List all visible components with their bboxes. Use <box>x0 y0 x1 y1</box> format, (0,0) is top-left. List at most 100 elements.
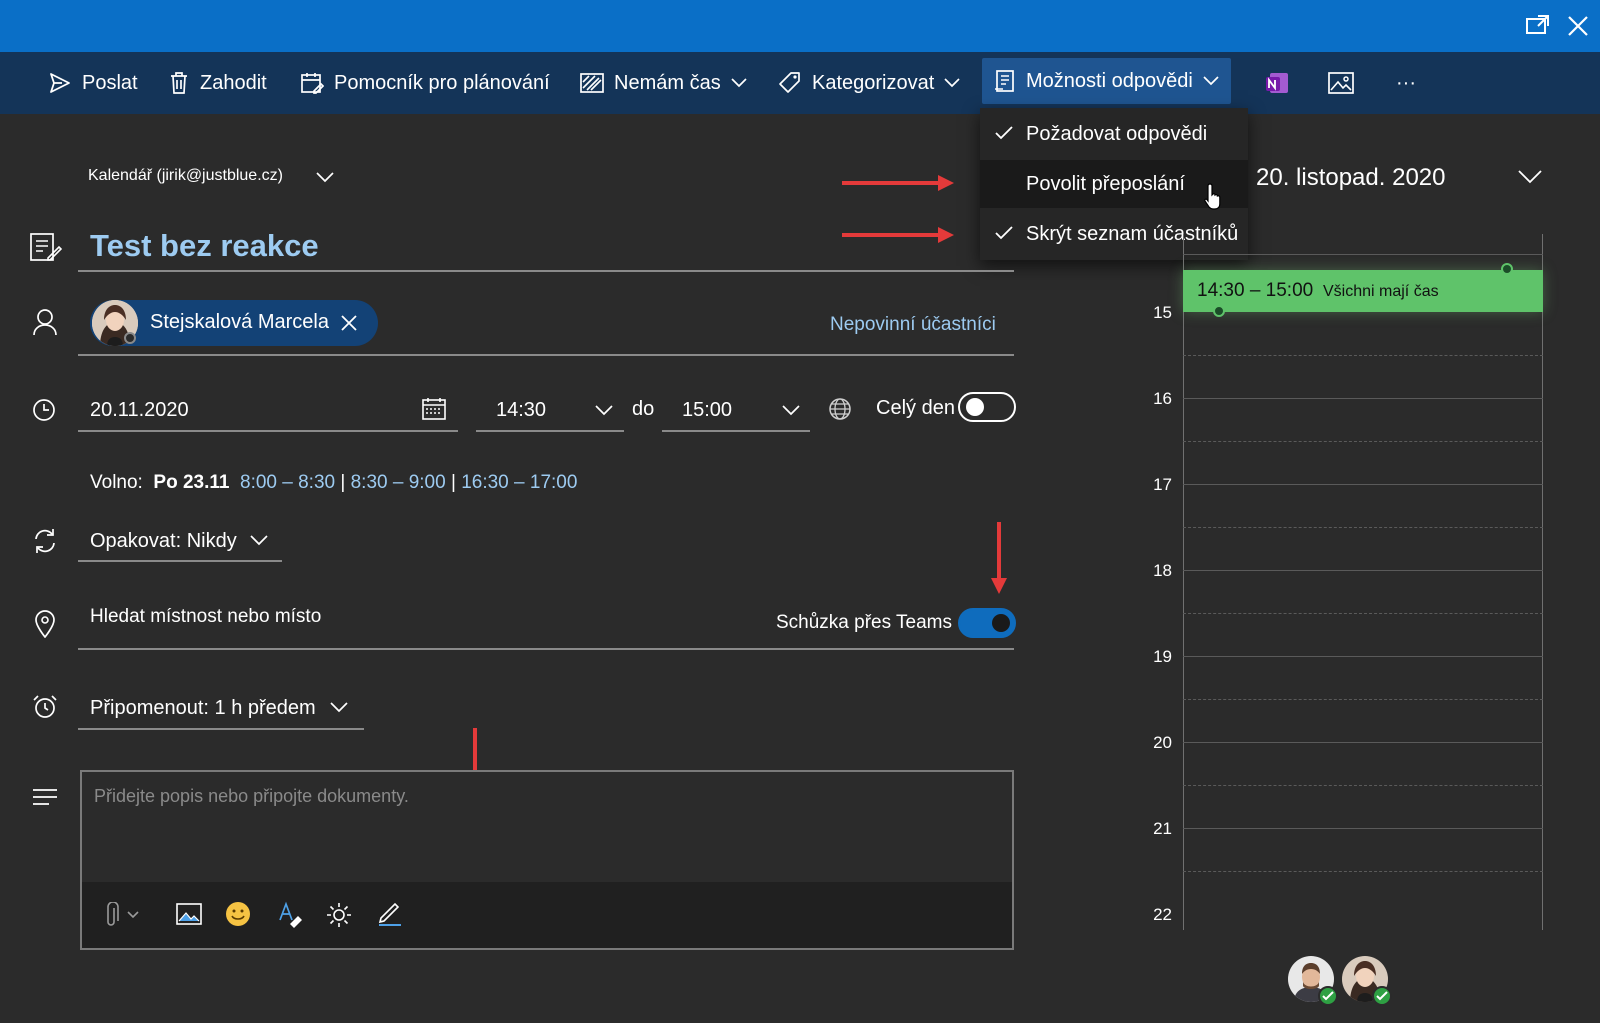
free-day: Po 23.11 <box>153 472 230 493</box>
attendee-chip[interactable]: Stejskalová Marcela <box>90 300 378 346</box>
command-toolbar: Poslat Zahodit Pomocník pro plánování Ne… <box>0 52 1600 114</box>
busy-status-button[interactable]: Nemám čas <box>580 52 747 114</box>
hour-line <box>1183 570 1543 571</box>
description-editor[interactable]: Přidejte popis nebo připojte dokumenty. <box>80 770 1014 950</box>
resize-handle-top[interactable] <box>1501 263 1513 275</box>
response-options-label: Možnosti odpovědi <box>1026 69 1193 92</box>
location-input[interactable]: Hledat místnost nebo místo <box>90 606 321 628</box>
menu-item-label: Povolit přeposlání <box>1026 173 1185 195</box>
calendar-selector[interactable]: Kalendář (jirik@justblue.cz) <box>88 167 283 185</box>
optional-attendees-link[interactable]: Nepovinní účastníci <box>830 314 996 336</box>
chevron-down-icon[interactable] <box>595 405 613 416</box>
calendar-icon[interactable] <box>422 397 446 421</box>
timezone-icon[interactable] <box>828 397 852 421</box>
all-day-label: Celý den <box>876 397 955 419</box>
menu-item-allow-forwarding[interactable]: Povolit přeposlání <box>980 160 1248 210</box>
discard-label: Zahodit <box>200 71 267 94</box>
free-slot-link[interactable]: 16:30 – 17:00 <box>461 472 577 493</box>
insert-image-button[interactable] <box>1328 52 1354 114</box>
event-status: Všichni mají čas <box>1323 283 1439 300</box>
end-time-underline <box>662 430 810 432</box>
attendees-underline <box>78 354 1014 356</box>
scheduling-icon <box>301 73 324 94</box>
free-slot-link[interactable]: 8:00 – 8:30 <box>240 472 335 493</box>
more-options-button[interactable]: ··· <box>1396 52 1416 114</box>
window-titlebar <box>0 0 1600 52</box>
attendee-name: Stejskalová Marcela <box>150 311 329 333</box>
hour-label: 18 <box>1153 561 1172 580</box>
chevron-down-icon[interactable] <box>250 535 268 546</box>
check-icon <box>995 126 1013 140</box>
half-hour-line <box>1183 871 1543 872</box>
hour-label: 16 <box>1153 389 1172 408</box>
calendar-selector-label: Kalendář (jirik@justblue.cz) <box>88 167 283 184</box>
presence-dot <box>124 332 136 344</box>
hour-line <box>1183 656 1543 657</box>
toggle-knob <box>992 614 1010 632</box>
menu-item-request-responses[interactable]: Požadovat odpovědi <box>980 110 1248 158</box>
description-icon <box>33 789 57 805</box>
chevron-down-icon[interactable] <box>1518 170 1542 184</box>
send-label: Poslat <box>82 71 138 94</box>
start-time-select[interactable]: 14:30 <box>496 399 546 422</box>
day-view-grid <box>1183 234 1543 930</box>
image-icon <box>1328 72 1354 94</box>
trash-icon <box>171 72 187 94</box>
hour-label: 17 <box>1153 475 1172 494</box>
insert-picture-icon[interactable] <box>176 902 202 926</box>
reminder-select[interactable]: Připomenout: 1 h předem <box>90 697 316 720</box>
sun-icon[interactable] <box>326 902 352 928</box>
onenote-button[interactable] <box>1264 52 1290 114</box>
hour-label: 22 <box>1153 905 1172 924</box>
busy-label: Nemám čas <box>614 71 721 94</box>
calendar-date-header: 20. listopad. 2020 <box>1256 164 1446 191</box>
hour-line <box>1183 742 1543 743</box>
attach-icon[interactable] <box>104 902 144 928</box>
location-underline <box>78 648 1014 650</box>
hour-label: 19 <box>1153 647 1172 666</box>
half-hour-line <box>1183 613 1543 614</box>
format-toolbar <box>82 882 1012 948</box>
format-icon[interactable] <box>276 900 304 928</box>
separator: | <box>450 472 456 493</box>
date-input[interactable]: 20.11.2020 <box>90 399 189 422</box>
resize-handle-bottom[interactable] <box>1213 305 1225 317</box>
toggle-knob <box>966 398 984 416</box>
half-hour-line <box>1183 355 1543 356</box>
annotation-arrow-down <box>991 522 1007 594</box>
hour-line <box>1183 828 1543 829</box>
all-day-toggle[interactable] <box>958 392 1016 422</box>
scheduling-assistant-button[interactable]: Pomocník pro plánování <box>300 52 550 114</box>
event-title-input[interactable]: Test bez reakce <box>90 228 319 264</box>
chevron-down-icon[interactable] <box>330 702 348 713</box>
teams-meeting-toggle[interactable] <box>958 608 1016 638</box>
emoji-icon[interactable] <box>224 900 252 928</box>
date-underline <box>78 430 458 432</box>
repeat-select[interactable]: Opakovat: Nikdy <box>90 530 237 553</box>
hour-label: 15 <box>1153 303 1172 322</box>
response-options-button[interactable]: Možnosti odpovědi <box>982 58 1231 104</box>
check-icon <box>995 226 1013 240</box>
start-time-underline <box>476 430 624 432</box>
annotation-arrow-right <box>842 175 954 191</box>
hour-line <box>1183 398 1543 399</box>
discard-button[interactable]: Zahodit <box>168 52 267 114</box>
event-block[interactable]: 14:30 – 15:00 Všichni mají čas <box>1183 263 1543 317</box>
popout-icon[interactable] <box>1524 12 1552 40</box>
draw-icon[interactable] <box>376 900 404 928</box>
close-icon[interactable] <box>1564 12 1592 40</box>
end-time-select[interactable]: 15:00 <box>682 399 732 422</box>
categorize-button[interactable]: Kategorizovat <box>778 52 960 114</box>
chevron-down-icon[interactable] <box>316 172 334 183</box>
scheduling-label: Pomocník pro plánování <box>334 71 550 94</box>
repeat-underline <box>78 560 282 562</box>
close-icon[interactable] <box>340 314 358 332</box>
location-icon <box>35 610 55 638</box>
description-placeholder: Přidejte popis nebo připojte dokumenty. <box>94 786 409 806</box>
chevron-down-icon[interactable] <box>782 405 800 416</box>
onenote-icon <box>1266 73 1288 93</box>
annotation-arrow-right <box>842 227 954 243</box>
send-button[interactable]: Poslat <box>48 52 138 114</box>
repeat-icon <box>35 529 55 553</box>
free-slot-link[interactable]: 8:30 – 9:00 <box>351 472 446 493</box>
